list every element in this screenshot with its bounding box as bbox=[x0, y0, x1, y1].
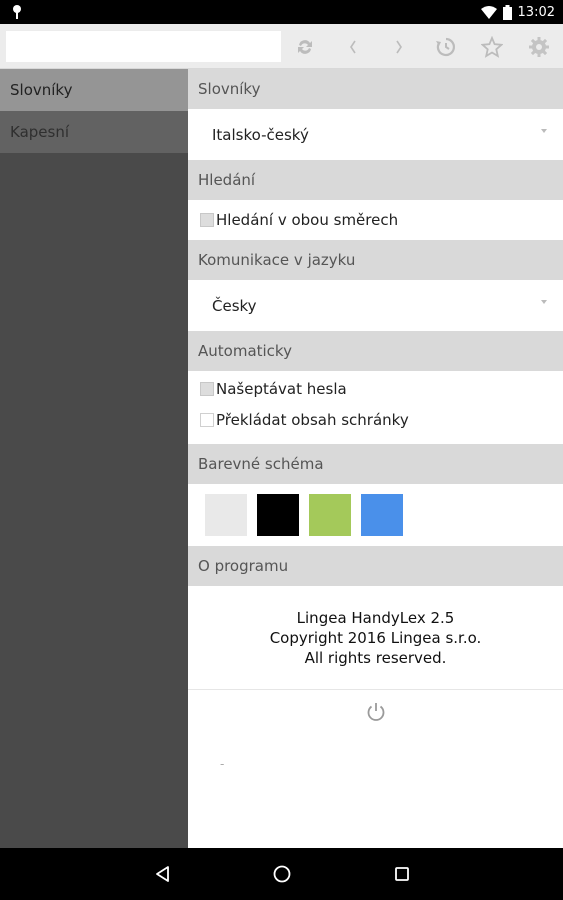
power-icon bbox=[367, 703, 384, 721]
bidirectional-checkbox-row[interactable]: Hledání v obou směrech bbox=[188, 200, 563, 240]
color-swatch-light[interactable] bbox=[205, 494, 247, 536]
settings-panel: Slovníky Italsko-český Hledání Hledání v… bbox=[188, 69, 563, 848]
history-icon bbox=[436, 37, 455, 57]
language-select-value: Česky bbox=[212, 296, 257, 315]
search-input[interactable] bbox=[6, 31, 281, 62]
suggest-checkbox[interactable] bbox=[200, 381, 214, 396]
color-swatch-green[interactable] bbox=[309, 494, 351, 536]
about-product: Lingea HandyLex 2.5 bbox=[296, 608, 455, 627]
sidebar: Slovníky Kapesní bbox=[0, 69, 188, 848]
section-header-automatic: Automaticky bbox=[188, 331, 563, 371]
nav-home-button[interactable] bbox=[269, 861, 295, 887]
color-swatch-black[interactable] bbox=[257, 494, 299, 536]
sidebar-item-label: Slovníky bbox=[10, 81, 73, 99]
gear-icon bbox=[529, 37, 549, 57]
about-info: Lingea HandyLex 2.5 Copyright 2016 Linge… bbox=[188, 586, 563, 690]
section-header-language: Komunikace v jazyku bbox=[188, 240, 563, 280]
sidebar-item-label: Kapesní bbox=[10, 123, 70, 141]
forward-icon bbox=[396, 40, 402, 54]
about-rights: All rights reserved. bbox=[304, 648, 447, 667]
nav-back-button[interactable] bbox=[150, 861, 176, 887]
history-button[interactable] bbox=[431, 32, 461, 62]
suggest-label: Našeptávat hesla bbox=[216, 379, 347, 398]
clock: 13:02 bbox=[517, 4, 555, 20]
sync-icon bbox=[298, 40, 312, 54]
dictionary-select[interactable]: Italsko-český bbox=[188, 109, 563, 160]
section-header-about: O programu bbox=[188, 546, 563, 586]
clipboard-checkbox[interactable] bbox=[200, 412, 214, 427]
color-scheme-picker bbox=[188, 484, 563, 546]
dictionary-select-value: Italsko-český bbox=[212, 125, 309, 144]
status-bar: 13:02 bbox=[0, 0, 563, 24]
bidirectional-checkbox[interactable] bbox=[200, 213, 214, 227]
section-header-color-scheme: Barevné schéma bbox=[188, 444, 563, 484]
power-button[interactable] bbox=[188, 690, 563, 734]
color-swatch-blue[interactable] bbox=[361, 494, 403, 536]
sync-button[interactable] bbox=[290, 32, 320, 62]
notification-icon bbox=[10, 4, 24, 20]
back-button[interactable] bbox=[338, 32, 368, 62]
bidirectional-label: Hledání v obou směrech bbox=[216, 211, 399, 229]
wifi-icon bbox=[480, 5, 497, 19]
nav-recents-button[interactable] bbox=[389, 861, 415, 887]
toolbar bbox=[0, 24, 563, 69]
footer-mark: - bbox=[220, 757, 225, 771]
section-header-dictionaries: Slovníky bbox=[188, 69, 563, 109]
section-header-search: Hledání bbox=[188, 160, 563, 200]
navigation-bar bbox=[0, 848, 563, 900]
back-icon bbox=[350, 40, 356, 54]
dropdown-caret-icon bbox=[541, 300, 547, 304]
clipboard-checkbox-row[interactable]: Překládat obsah schránky bbox=[188, 404, 563, 435]
clipboard-label: Překládat obsah schránky bbox=[216, 410, 409, 429]
suggest-checkbox-row[interactable]: Našeptávat hesla bbox=[188, 373, 563, 404]
sidebar-item-dictionaries[interactable]: Slovníky bbox=[0, 69, 188, 111]
about-copyright: Copyright 2016 Lingea s.r.o. bbox=[269, 628, 482, 647]
star-icon bbox=[481, 36, 503, 58]
back-nav-icon bbox=[156, 866, 169, 882]
settings-button[interactable] bbox=[524, 32, 554, 62]
forward-button[interactable] bbox=[384, 32, 414, 62]
battery-icon bbox=[502, 4, 512, 20]
home-nav-icon bbox=[273, 865, 291, 883]
favorites-button[interactable] bbox=[477, 32, 507, 62]
sidebar-item-pocket[interactable]: Kapesní bbox=[0, 111, 188, 153]
language-select[interactable]: Česky bbox=[188, 280, 563, 331]
dropdown-caret-icon bbox=[541, 129, 547, 133]
recents-nav-icon bbox=[395, 867, 409, 881]
